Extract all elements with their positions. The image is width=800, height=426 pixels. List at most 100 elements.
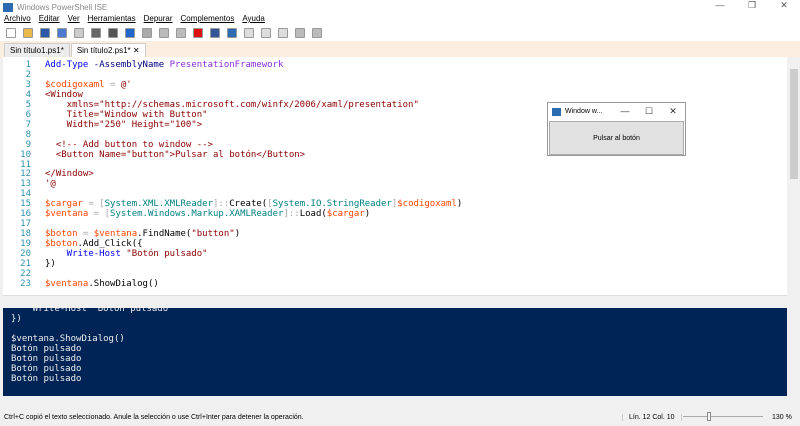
zoom-percent: 130 %: [772, 413, 792, 421]
tab-label: Sin título1.ps1*: [10, 46, 64, 55]
code-text: $ventana.ShowDialog(): [45, 279, 159, 289]
code-token: $ventana: [93, 229, 138, 240]
code-token: </Window>: [45, 169, 94, 180]
run-selection-icon[interactable]: [176, 28, 186, 38]
tab-sin-titulo2[interactable]: Sin título2.ps1* ✕: [70, 43, 146, 57]
window-title: Windows PowerShell ISE: [17, 2, 108, 12]
line-number: 17: [20, 219, 31, 230]
line-number: 11: [20, 159, 31, 170]
code-token: }): [45, 259, 56, 269]
popup-minimize-button[interactable]: —: [613, 106, 637, 117]
redo-icon[interactable]: [142, 28, 152, 38]
cut-icon[interactable]: [57, 28, 67, 38]
snippets-icon[interactable]: [295, 28, 305, 38]
code-line: 19 $boton.Add_Click({: [3, 239, 787, 249]
menu-ayuda[interactable]: Ayuda: [242, 14, 265, 25]
script-editor[interactable]: 1 Add-Type -AssemblyName PresentationFram…: [3, 57, 787, 295]
line-number: 8: [25, 129, 31, 140]
minimize-button[interactable]: —: [704, 0, 736, 11]
stop-icon[interactable]: [193, 28, 203, 38]
code-token: "button": [191, 229, 235, 240]
code-text: $boton = $ventana.FindName("button"): [45, 229, 240, 239]
menu-depurar[interactable]: Depurar: [144, 14, 173, 25]
code-line: 22: [3, 269, 787, 279]
zoom-slider-thumb[interactable]: [707, 412, 711, 421]
code-token: $cargar: [326, 209, 365, 220]
menu-complementos[interactable]: Complementos: [181, 14, 235, 25]
code-text: $codigoxaml = @': [45, 80, 132, 90]
code-text: }): [45, 259, 56, 269]
new-icon[interactable]: [6, 28, 16, 38]
code-token: =: [104, 79, 121, 90]
paste-icon[interactable]: [91, 28, 101, 38]
code-token: Add-Type: [45, 60, 89, 70]
code-token: .Add_Click({: [77, 239, 143, 250]
tab-label: Sin título2.ps1*: [76, 46, 131, 55]
code-line: 17: [3, 219, 787, 229]
layout-top-icon[interactable]: [244, 28, 254, 38]
code-token: ): [456, 199, 463, 210]
tab-close-icon[interactable]: ✕: [133, 46, 140, 55]
code-text: Write-Host "Botón pulsado": [45, 249, 208, 259]
code-token: .ShowDialog(): [88, 278, 159, 289]
code-text: xmlns="http://schemas.microsoft.com/winf…: [45, 100, 419, 110]
code-token: $ventana: [45, 209, 89, 220]
run-icon[interactable]: [159, 28, 169, 38]
code-token: $codigoxaml: [45, 79, 105, 90]
line-number: 1: [25, 60, 31, 70]
clear-icon[interactable]: [108, 28, 118, 38]
toolbar: [0, 25, 800, 41]
undo-icon[interactable]: [125, 28, 135, 38]
code-token: .FindName(: [137, 229, 192, 240]
menu-bar: Archivo Editar Ver Herramientas Depurar Compl…: [0, 14, 800, 25]
console-horizontal-scrollbar[interactable]: [3, 396, 787, 405]
code-line: 3 $codigoxaml = @': [3, 80, 787, 90]
powershell-icon[interactable]: [227, 28, 237, 38]
editor-vertical-scrollbar[interactable]: [788, 57, 800, 295]
close-button[interactable]: ✕: [768, 0, 800, 11]
code-text: $boton.Add_Click({: [45, 239, 143, 249]
code-text: <!-- Add button to window -->: [45, 140, 213, 150]
line-number: 19: [20, 239, 31, 250]
code-text: Title="Window with Button": [45, 110, 208, 120]
console-pane[interactable]: Write-Host "Botón pulsado"}) $ventana.Sho…: [3, 308, 787, 396]
line-number: 5: [25, 99, 31, 110]
editor-horizontal-scrollbar[interactable]: [3, 295, 787, 305]
menu-ver[interactable]: Ver: [68, 14, 80, 25]
menu-herramientas[interactable]: Herramientas: [88, 14, 136, 25]
line-number: 12: [20, 169, 31, 180]
code-token: =: [77, 229, 94, 240]
line-number: 16: [20, 209, 31, 220]
code-token: $ventana: [45, 278, 89, 289]
console-vertical-scrollbar[interactable]: [788, 308, 800, 396]
save-icon[interactable]: [40, 28, 50, 38]
popup-maximize-button[interactable]: ☐: [637, 106, 661, 117]
code-token: System.XML.XMLReader: [104, 199, 213, 210]
remote-icon[interactable]: [210, 28, 220, 38]
menu-archivo[interactable]: Archivo: [4, 14, 31, 25]
zoom-slider[interactable]: [683, 412, 763, 421]
layout-right-icon[interactable]: [261, 28, 271, 38]
maximize-button[interactable]: ❐: [736, 0, 768, 11]
menu-editar[interactable]: Editar: [39, 14, 60, 25]
title-bar: Windows PowerShell ISE — ❐ ✕: [0, 0, 800, 14]
popup-close-button[interactable]: ✕: [661, 106, 685, 117]
cursor-position: Lín. 12 Col. 10: [622, 413, 682, 421]
code-token: PresentationFramework: [169, 60, 284, 70]
code-text: $cargar = [System.XML.XMLReader]::Create…: [45, 199, 462, 209]
powershell-ise-icon: [3, 2, 13, 12]
addons-icon[interactable]: [312, 28, 322, 38]
line-number: 13: [20, 179, 31, 190]
code-line: 13 '@: [3, 179, 787, 189]
tab-strip: Sin título1.ps1* Sin título2.ps1* ✕: [0, 41, 800, 57]
tab-sin-titulo1[interactable]: Sin título1.ps1*: [4, 43, 70, 57]
code-line: 20 Write-Host "Botón pulsado": [3, 249, 787, 259]
code-text: $ventana = [System.Windows.Markup.XAMLRe…: [45, 209, 370, 219]
copy-icon[interactable]: [74, 28, 84, 38]
layout-max-icon[interactable]: [278, 28, 288, 38]
code-token: Width="250" Height="100">: [45, 119, 203, 130]
open-icon[interactable]: [23, 28, 33, 38]
pulsar-button[interactable]: Pulsar al botón: [549, 121, 684, 155]
line-number: 7: [25, 119, 31, 130]
line-number: 3: [25, 79, 31, 90]
